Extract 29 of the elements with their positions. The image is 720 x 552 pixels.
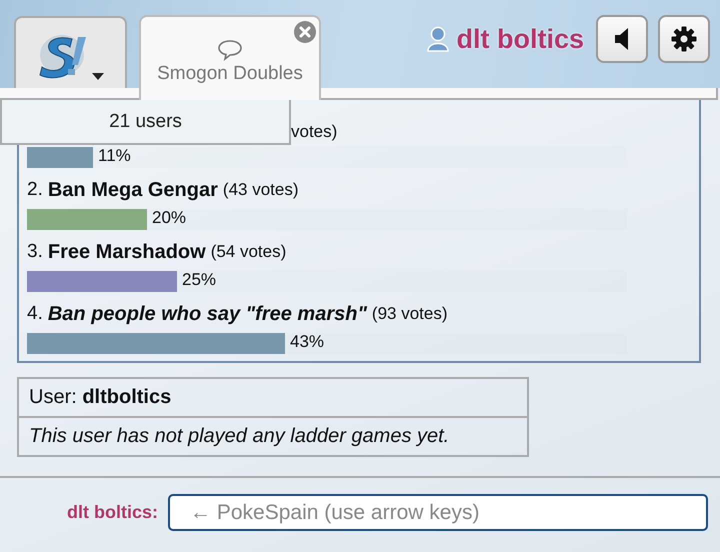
userlist-button[interactable]: 21 users (0, 100, 291, 145)
percent-label: 25% (182, 270, 216, 290)
option-title: Free Marshadow (48, 240, 206, 265)
vote-count: (54 votes) (210, 241, 286, 263)
speaker-icon (615, 28, 629, 50)
sound-button[interactable] (596, 15, 648, 63)
username[interactable]: dlt boltics (456, 24, 584, 54)
chat-bubble-icon (217, 39, 243, 61)
chat-username: dlt boltics: (66, 502, 158, 523)
option-title: Ban people who say "free marsh" (48, 302, 367, 327)
vote-count: (93 votes) (372, 303, 448, 325)
menu-tab[interactable] (14, 16, 127, 88)
option-title: Ban Mega Gengar (48, 178, 218, 203)
option-number: 4. (27, 302, 43, 326)
vote-count: (43 votes) (222, 179, 298, 201)
caret-icon (92, 73, 104, 80)
close-icon[interactable] (294, 21, 316, 43)
ladder-message: This user has not played any ladder games yet. (19, 416, 527, 455)
percent-label: 43% (290, 332, 324, 352)
percent-label: 11% (98, 146, 131, 166)
option-number: 2. (27, 178, 43, 202)
percent-label: 20% (152, 208, 186, 228)
settings-button[interactable] (658, 15, 710, 63)
user-icon (426, 26, 448, 52)
vote-count: votes) (291, 123, 338, 141)
room-tab[interactable]: Smogon Doubles (139, 15, 321, 100)
user-row-text: User: dltboltics (28, 385, 172, 410)
message-field[interactable]: ← PokeSpain (use arrow keys) (168, 494, 708, 531)
option-number: 3. (27, 240, 43, 264)
